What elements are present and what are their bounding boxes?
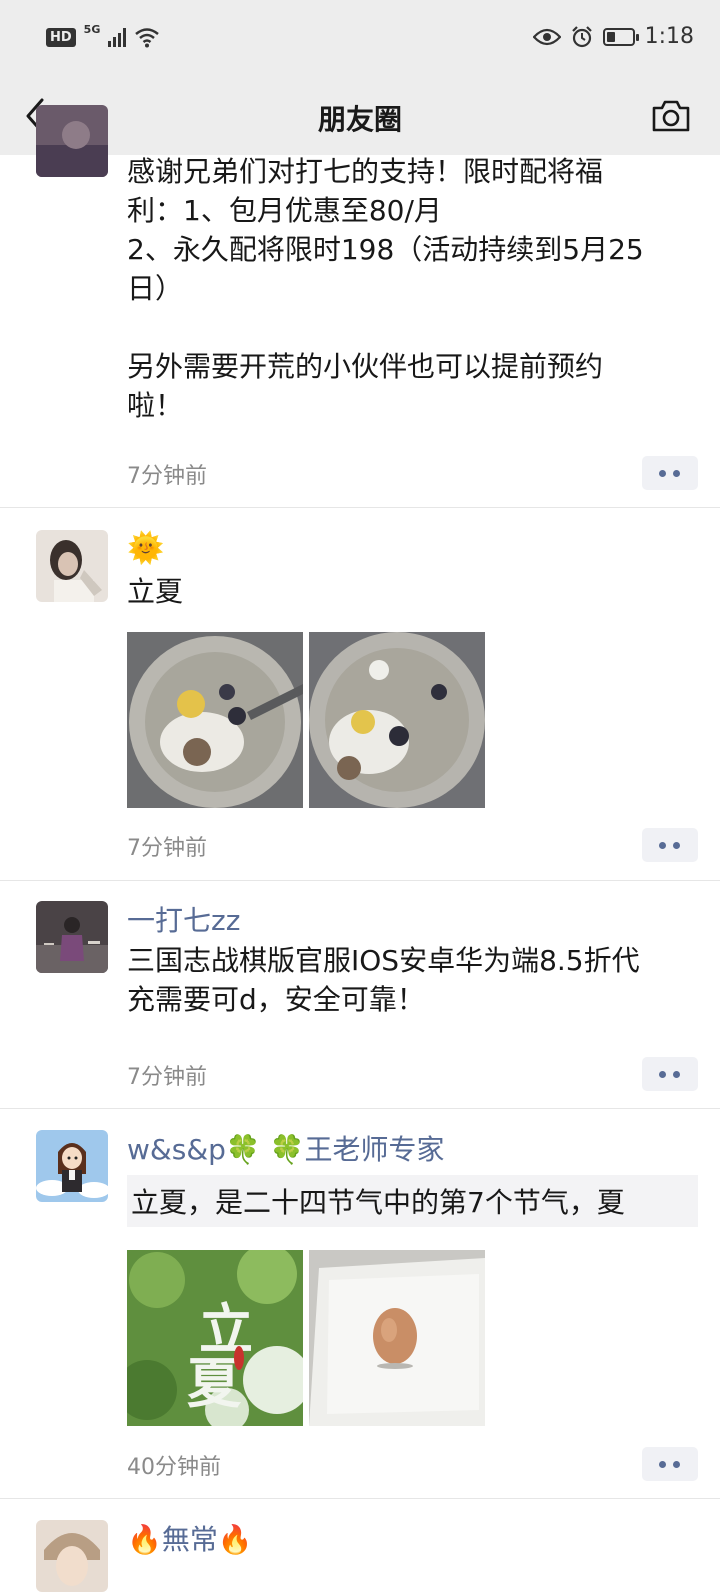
eye-icon (532, 28, 561, 45)
moment-post: w&s&p🍀 🍀王老师专家 立夏，是二十四节气中的第7个节气，夏 立 夏 40分… (0, 1109, 720, 1499)
moment-post: 🔥無常🔥 (0, 1499, 720, 1592)
status-left: HD 5G (46, 22, 160, 48)
sun-emoji: 🌞 (127, 531, 165, 566)
post-content: w&s&p🍀 🍀王老师专家 立夏，是二十四节气中的第7个节气，夏 (127, 1130, 698, 1227)
battery-icon (602, 27, 639, 46)
wifi-icon (135, 28, 160, 48)
camera-icon[interactable] (650, 96, 692, 136)
shared-article-preview[interactable]: 立夏，是二十四节气中的第7个节气，夏 (127, 1175, 698, 1227)
avatar[interactable] (36, 1520, 108, 1592)
moment-post: 🌞 立夏 7分钟前 (0, 508, 720, 881)
photo-thumbnail[interactable] (127, 632, 303, 808)
photo-thumbnail[interactable] (309, 1250, 485, 1426)
post-text: 立夏 (127, 575, 184, 608)
photo-grid: 立 夏 (127, 1250, 485, 1426)
shared-article-text: 立夏，是二十四节气中的第7个节气，夏 (131, 1186, 625, 1219)
page-title: 朋友圈 (317, 103, 402, 136)
post-time: 7分钟前 (127, 464, 207, 489)
photo-thumbnail[interactable] (309, 632, 485, 808)
moments-feed: 感谢兄弟们对打七的支持！限时配将福 利：1、包月优惠至80/月 2、永久配将限时… (0, 105, 720, 1592)
avatar[interactable] (36, 901, 108, 973)
post-content: 一打七zz 三国志战棋版官服IOS安卓华为端8.5折代 充需要可d，安全可靠！ (127, 901, 698, 1019)
battery-fill (606, 31, 615, 42)
svg-text:夏: 夏 (187, 1351, 242, 1415)
more-options-button[interactable] (642, 1057, 698, 1091)
moment-post: 一打七zz 三国志战棋版官服IOS安卓华为端8.5折代 充需要可d，安全可靠！ … (0, 881, 720, 1109)
post-text: 三国志战棋版官服IOS安卓华为端8.5折代 充需要可d，安全可靠！ (127, 944, 640, 1016)
avatar[interactable] (36, 105, 108, 177)
photo-thumbnail[interactable]: 立 夏 (127, 1250, 303, 1426)
post-content: 🔥無常🔥 (127, 1520, 698, 1560)
clock: 1:18 (644, 24, 694, 49)
post-time: 40分钟前 (127, 1455, 221, 1480)
post-time: 7分钟前 (127, 1065, 207, 1090)
avatar[interactable] (36, 530, 108, 602)
more-options-button[interactable] (642, 828, 698, 862)
status-bar: HD 5G 1:18 (0, 0, 720, 80)
photo-grid (127, 632, 485, 808)
avatar[interactable] (36, 1130, 108, 1202)
alarm-icon (571, 25, 592, 47)
author-name[interactable]: w&s&p🍀 🍀王老师专家 (127, 1130, 698, 1170)
signal-icon (108, 27, 127, 47)
network-type: 5G (83, 22, 101, 36)
more-options-button[interactable] (642, 1447, 698, 1481)
author-name[interactable]: 🔥無常🔥 (127, 1520, 698, 1560)
more-options-button[interactable] (642, 456, 698, 490)
post-text: 感谢兄弟们对打七的支持！限时配将福 利：1、包月优惠至80/月 2、永久配将限时… (127, 155, 644, 422)
hd-badge: HD (46, 27, 76, 47)
author-name[interactable]: 一打七zz (127, 901, 698, 941)
post-content: 感谢兄弟们对打七的支持！限时配将福 利：1、包月优惠至80/月 2、永久配将限时… (127, 152, 698, 425)
post-time: 7分钟前 (127, 836, 207, 861)
nav-bar: 朋友圈 (0, 80, 720, 155)
post-content: 🌞 立夏 (127, 530, 698, 611)
status-right: 1:18 (532, 24, 694, 49)
moment-post: 感谢兄弟们对打七的支持！限时配将福 利：1、包月优惠至80/月 2、永久配将限时… (0, 105, 720, 508)
